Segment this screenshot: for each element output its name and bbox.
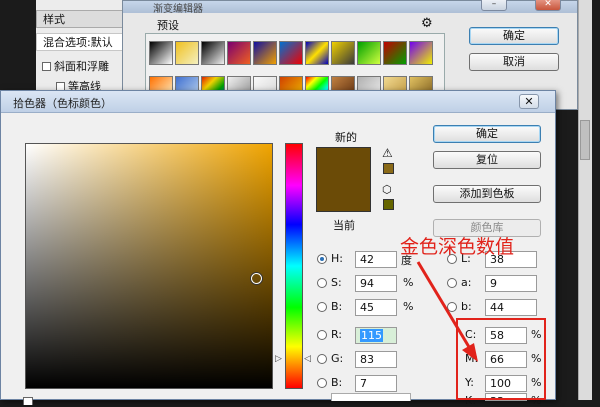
- annotation-highlight-box: [456, 318, 546, 400]
- annotation-text: 金色深色数值: [400, 236, 515, 258]
